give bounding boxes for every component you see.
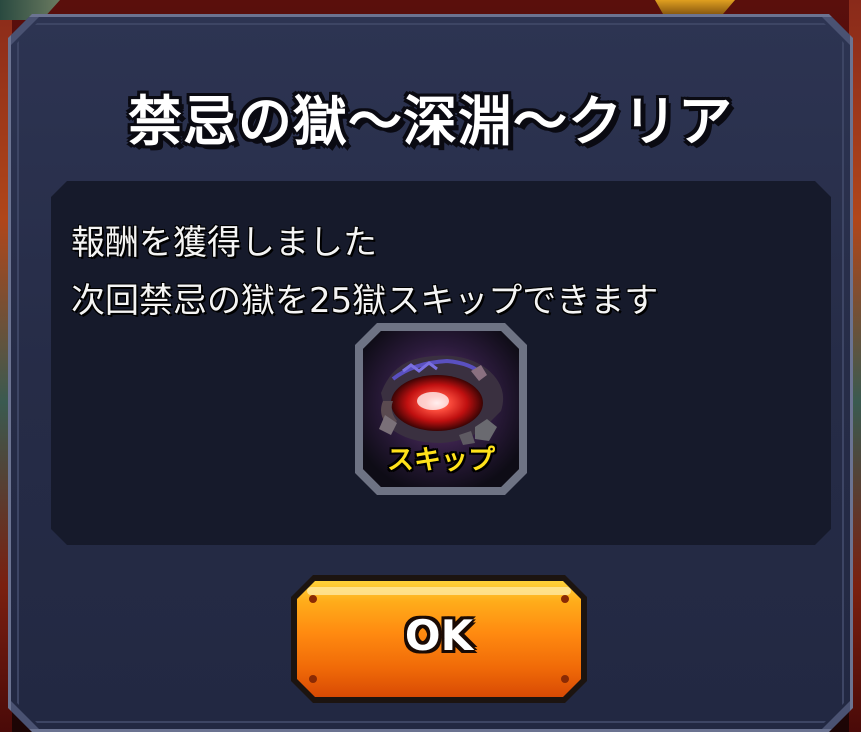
- button-rivet: [561, 595, 569, 603]
- reward-item-label: スキップ: [387, 445, 495, 476]
- clear-reward-dialog: 禁忌の獄～深淵～クリア 報酬を獲得しました 次回禁忌の獄を25獄スキップできます: [8, 14, 853, 732]
- ok-button-face[interactable]: OK: [297, 581, 581, 697]
- ok-button[interactable]: OK: [291, 575, 587, 703]
- skip-message-line: 次回禁忌の獄を25獄スキップできます: [71, 281, 659, 321]
- portal-vortex-icon: スキップ: [363, 331, 519, 487]
- button-rivet: [561, 675, 569, 683]
- dialog-title: 禁忌の獄～深淵～クリア: [128, 90, 733, 153]
- button-rivet: [309, 595, 317, 603]
- background-gold-frame: [655, 0, 735, 14]
- reward-content-panel: 報酬を獲得しました 次回禁忌の獄を25獄スキップできます スキップ: [51, 181, 831, 545]
- button-highlight: [307, 587, 571, 595]
- button-rivet: [309, 675, 317, 683]
- ok-button-label[interactable]: OK: [297, 611, 581, 660]
- reward-message-line: 報酬を獲得しました: [71, 223, 377, 263]
- reward-item-frame: スキップ: [355, 323, 527, 495]
